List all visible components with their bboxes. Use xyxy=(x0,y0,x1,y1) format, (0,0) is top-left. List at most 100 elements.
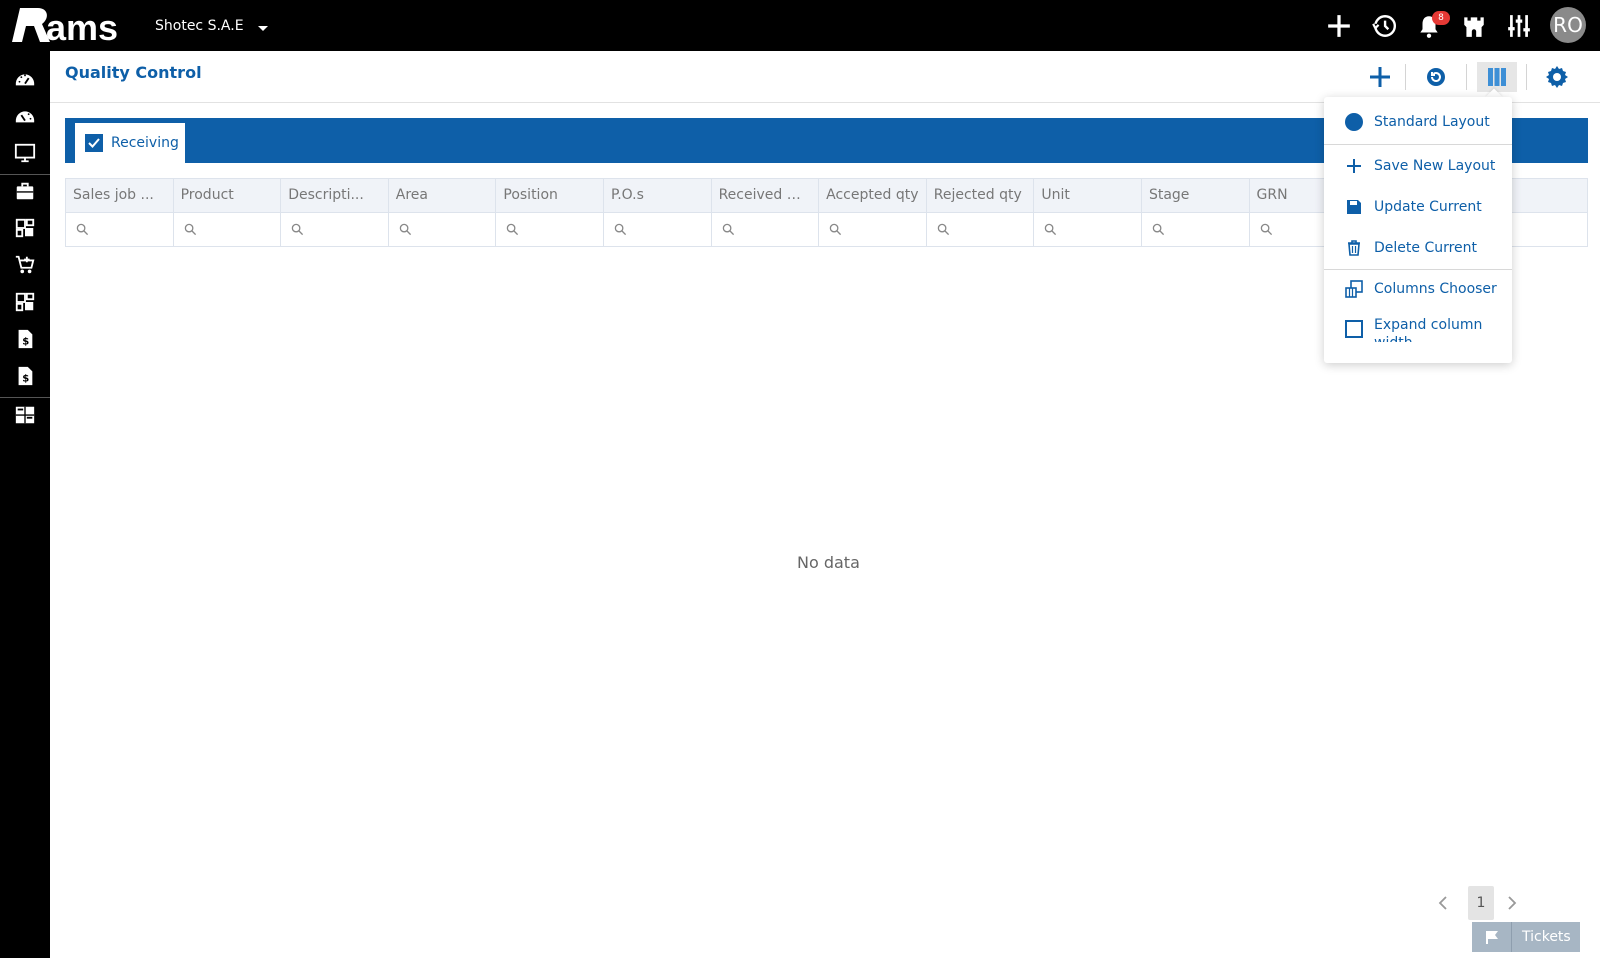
page-number-button[interactable]: 1 xyxy=(1468,886,1494,920)
tickets-button[interactable]: Tickets xyxy=(1472,922,1580,952)
filter-input[interactable] xyxy=(819,213,927,246)
column-header[interactable]: Unit xyxy=(1034,179,1142,212)
menu-item-label: Delete Current xyxy=(1374,240,1478,256)
menu-item-label: Standard Layout xyxy=(1374,114,1490,130)
refresh-button[interactable] xyxy=(1416,62,1456,92)
previous-page-button[interactable] xyxy=(1434,893,1454,913)
chevron-down-icon xyxy=(257,26,268,31)
next-page-button[interactable] xyxy=(1501,893,1521,913)
search-icon xyxy=(507,223,519,236)
tickets-label: Tickets xyxy=(1522,929,1571,945)
invoice-alt-icon[interactable]: $ xyxy=(0,358,50,394)
filter-input[interactable] xyxy=(496,213,604,246)
chevron-right-icon xyxy=(1508,896,1517,910)
menu-item-label: Update Current xyxy=(1374,199,1482,215)
refresh-icon xyxy=(1427,68,1445,86)
filter-input[interactable] xyxy=(66,213,174,246)
tab-label: Receiving xyxy=(111,135,179,151)
column-header[interactable]: P.O.s xyxy=(604,179,712,212)
svg-text:ams: ams xyxy=(46,7,118,46)
castle-icon[interactable] xyxy=(1459,11,1489,41)
plus-icon xyxy=(1370,67,1390,87)
column-header[interactable]: Area xyxy=(389,179,497,212)
settings-button[interactable] xyxy=(1537,62,1577,92)
briefcase-icon[interactable] xyxy=(0,173,50,209)
plus-icon[interactable] xyxy=(1324,11,1354,41)
menu-item-delete-current[interactable]: Delete Current xyxy=(1324,235,1512,261)
rams-logo[interactable]: ams xyxy=(10,4,130,46)
search-icon xyxy=(722,223,734,236)
add-button[interactable] xyxy=(1360,62,1400,92)
page-title: Quality Control xyxy=(65,63,202,82)
filter-input[interactable] xyxy=(281,213,389,246)
filter-input[interactable] xyxy=(927,213,1035,246)
plus-icon xyxy=(1347,159,1361,173)
layout-button[interactable] xyxy=(1477,62,1517,92)
column-header[interactable]: Sales job ... xyxy=(66,179,174,212)
monitor-icon[interactable] xyxy=(0,135,50,171)
save-icon xyxy=(1347,200,1361,214)
dashboard-alt-icon[interactable] xyxy=(0,98,50,134)
user-avatar[interactable]: RO xyxy=(1550,7,1586,43)
column-header[interactable]: Received Qty xyxy=(712,179,820,212)
layout-menu: Standard Layout Save New Layout Update C… xyxy=(1324,97,1512,363)
column-header[interactable]: Accepted qty xyxy=(819,179,927,212)
menu-item-columns-chooser[interactable]: Columns Chooser xyxy=(1324,276,1512,302)
sidebar: $ $ xyxy=(0,51,50,958)
menu-item-label: Expand column width xyxy=(1374,317,1483,342)
column-header[interactable]: Rejected qty xyxy=(927,179,1035,212)
square-icon xyxy=(1345,320,1363,338)
checkbox-icon xyxy=(85,134,103,152)
filter-input[interactable] xyxy=(174,213,282,246)
dashboard-icon[interactable] xyxy=(0,61,50,97)
chevron-left-icon xyxy=(1438,896,1447,910)
search-icon xyxy=(1045,223,1057,236)
top-navigation-bar: ams Shotec S.A.E 8 RO xyxy=(0,0,1600,51)
empty-state-text: No data xyxy=(797,553,860,572)
menu-item-label: Columns Chooser xyxy=(1374,281,1497,297)
menu-item-standard-layout[interactable]: Standard Layout xyxy=(1324,109,1512,135)
menu-item-label: Save New Layout xyxy=(1374,158,1496,174)
search-icon xyxy=(184,223,196,236)
circle-icon xyxy=(1345,113,1363,131)
filter-input[interactable] xyxy=(712,213,820,246)
column-header[interactable]: Stage xyxy=(1142,179,1250,212)
modules-alt-icon[interactable] xyxy=(0,284,50,320)
notification-badge: 8 xyxy=(1432,11,1450,25)
filter-input[interactable] xyxy=(604,213,712,246)
filter-input[interactable] xyxy=(1034,213,1142,246)
menu-item-save-new-layout[interactable]: Save New Layout xyxy=(1324,153,1512,179)
menu-item-update-current[interactable]: Update Current xyxy=(1324,194,1512,220)
trash-icon xyxy=(1348,240,1360,256)
column-header[interactable]: Product xyxy=(174,179,282,212)
bell-icon[interactable]: 8 xyxy=(1414,11,1450,41)
history-icon[interactable] xyxy=(1369,11,1399,41)
cart-icon[interactable] xyxy=(0,247,50,283)
svg-text:$: $ xyxy=(22,374,29,385)
search-icon xyxy=(937,223,949,236)
column-header[interactable]: Descripti... xyxy=(281,179,389,212)
filter-input[interactable] xyxy=(389,213,497,246)
flag-icon xyxy=(1472,922,1512,952)
search-icon xyxy=(399,223,411,236)
reports-icon[interactable] xyxy=(0,397,50,433)
svg-text:$: $ xyxy=(22,337,29,348)
search-icon xyxy=(1152,223,1165,236)
filter-input[interactable] xyxy=(1142,213,1250,246)
search-icon xyxy=(76,223,89,236)
gear-icon xyxy=(1546,66,1568,88)
columns-icon xyxy=(1345,280,1363,298)
search-icon xyxy=(829,223,842,236)
search-icon xyxy=(1260,223,1272,236)
column-header[interactable]: Position xyxy=(496,179,604,212)
company-selector[interactable]: Shotec S.A.E xyxy=(155,18,268,34)
columns-layout-icon xyxy=(1488,68,1506,86)
tab-receiving[interactable]: Receiving xyxy=(75,123,185,163)
invoice-icon[interactable]: $ xyxy=(0,321,50,357)
search-icon xyxy=(291,223,304,236)
sliders-icon[interactable] xyxy=(1504,11,1534,41)
modules-icon[interactable] xyxy=(0,210,50,246)
search-icon xyxy=(614,223,627,236)
menu-item-expand-column-width[interactable]: Expand column width xyxy=(1324,315,1512,343)
company-name: Shotec S.A.E xyxy=(155,18,244,34)
